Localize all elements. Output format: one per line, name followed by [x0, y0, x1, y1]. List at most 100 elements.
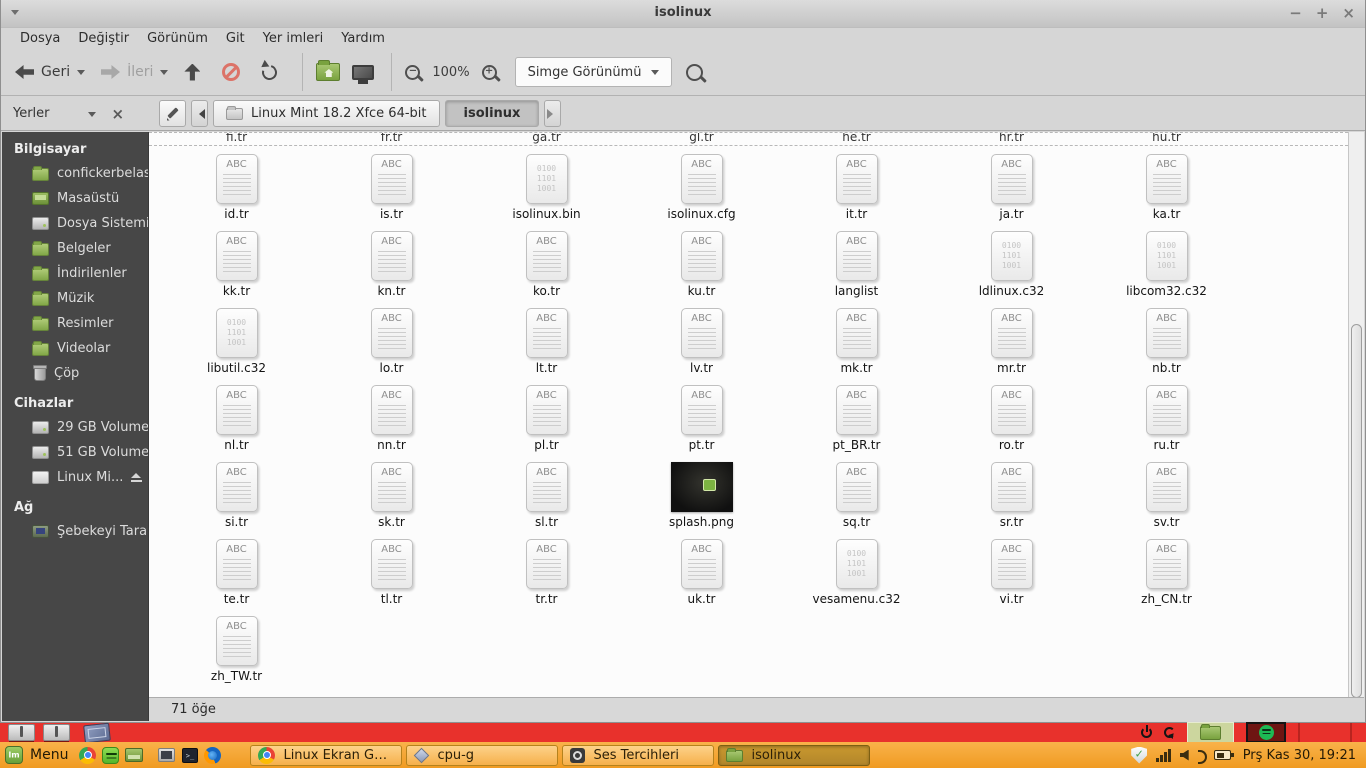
- file-item[interactable]: ABC pt.tr: [624, 385, 779, 462]
- sidebar-item[interactable]: Resimler: [2, 311, 148, 336]
- stop-button[interactable]: [222, 63, 241, 81]
- open-location-button[interactable]: [159, 100, 186, 127]
- sidebar-item[interactable]: Videolar: [2, 336, 148, 361]
- file-label-partial[interactable]: fi.tr: [159, 133, 314, 144]
- menubar-item-5[interactable]: Yardım: [332, 31, 394, 46]
- file-item[interactable]: ABC kn.tr: [314, 231, 469, 308]
- file-item[interactable]: ABC nl.tr: [159, 385, 314, 462]
- close-button[interactable]: ×: [1342, 3, 1355, 23]
- file-item[interactable]: ABC pt_BR.tr: [779, 385, 934, 462]
- file-item[interactable]: ABC sl.tr: [469, 462, 624, 539]
- sidebar-item[interactable]: confickerbelasi: [2, 161, 148, 186]
- launcher-chrome[interactable]: [78, 745, 98, 765]
- zoom-in-button[interactable]: +: [481, 64, 497, 80]
- minimize-button[interactable]: −: [1289, 3, 1302, 23]
- close-sidepane-button[interactable]: ×: [112, 105, 125, 123]
- file-item[interactable]: ABC te.tr: [159, 539, 314, 616]
- file-item[interactable]: ABC isolinux.cfg: [624, 154, 779, 231]
- sidebar-item[interactable]: Belgeler: [2, 236, 148, 261]
- file-item[interactable]: ABC nb.tr: [1089, 308, 1244, 385]
- places-dropdown-icon[interactable]: [87, 111, 96, 121]
- file-item[interactable]: ABC pl.tr: [469, 385, 624, 462]
- shield-check-icon[interactable]: [1131, 746, 1148, 764]
- file-label-partial[interactable]: hr.tr: [934, 133, 1089, 144]
- file-item[interactable]: ABC sk.tr: [314, 462, 469, 539]
- file-item[interactable]: ABC it.tr: [779, 154, 934, 231]
- file-item[interactable]: ABC vi.tr: [934, 539, 1089, 616]
- launcher-desktop-green[interactable]: [124, 745, 144, 765]
- clock[interactable]: Prş Kas 30, 19:21: [1243, 748, 1356, 763]
- file-label-partial[interactable]: gl.tr: [624, 133, 779, 144]
- restart-icon[interactable]: [1164, 727, 1175, 738]
- file-item[interactable]: ABC si.tr: [159, 462, 314, 539]
- file-item[interactable]: ABC sv.tr: [1089, 462, 1244, 539]
- sidebar-item[interactable]: Linux Mi...: [2, 465, 148, 490]
- file-label-partial[interactable]: fr.tr: [314, 133, 469, 144]
- file-item[interactable]: 0100 1101 1001 isolinux.bin: [469, 154, 624, 231]
- view-mode-select[interactable]: Simge Görünümü: [514, 57, 673, 87]
- sidebar-item[interactable]: Şebekeyi Tara: [2, 519, 148, 544]
- file-item[interactable]: ABC tr.tr: [469, 539, 624, 616]
- dock-window-button-spotify[interactable]: [1246, 722, 1286, 743]
- path-button[interactable]: Linux Mint 18.2 Xfce 64-bit: [213, 100, 440, 127]
- dock-window-button-file-manager[interactable]: [1187, 722, 1234, 743]
- sidebar-item[interactable]: 29 GB Volume: [2, 415, 148, 440]
- file-item[interactable]: ABC lt.tr: [469, 308, 624, 385]
- file-item[interactable]: ABC zh_TW.tr: [159, 616, 314, 693]
- file-label-partial[interactable]: ga.tr: [469, 133, 624, 144]
- usb-desktop-icon[interactable]: [43, 724, 70, 741]
- taskbar-button-isolinux[interactable]: isolinux: [718, 744, 871, 766]
- sidebar-item[interactable]: Dosya Sistemi: [2, 211, 148, 236]
- file-item[interactable]: ABC ka.tr: [1089, 154, 1244, 231]
- search-button[interactable]: [686, 63, 704, 81]
- sidebar-item[interactable]: İndirilenler: [2, 261, 148, 286]
- vertical-scrollbar[interactable]: [1348, 132, 1364, 698]
- file-item[interactable]: splash.png: [624, 462, 779, 539]
- file-label-partial[interactable]: he.tr: [779, 133, 934, 144]
- sidebar-item[interactable]: Müzik: [2, 286, 148, 311]
- path-scroll-left-button[interactable]: [191, 100, 208, 127]
- launcher-spotify[interactable]: [101, 745, 121, 765]
- launcher-firefox[interactable]: [203, 745, 223, 765]
- usb-desktop-icon[interactable]: [8, 724, 35, 741]
- home-button[interactable]: [316, 60, 341, 81]
- desktop-button[interactable]: [352, 64, 375, 84]
- file-item[interactable]: ABC lv.tr: [624, 308, 779, 385]
- file-label-partial[interactable]: hu.tr: [1089, 133, 1244, 144]
- path-scroll-right-button[interactable]: [544, 100, 562, 127]
- file-item[interactable]: 0100 1101 1001 ldlinux.c32: [934, 231, 1089, 308]
- sidebar-item[interactable]: 51 GB Volume: [2, 440, 148, 465]
- file-item[interactable]: ABC uk.tr: [624, 539, 779, 616]
- launcher-screen[interactable]: [157, 745, 177, 765]
- scrollbar-thumb[interactable]: [1351, 324, 1362, 698]
- network-signal-icon[interactable]: [1156, 748, 1171, 762]
- file-item[interactable]: ABC ru.tr: [1089, 385, 1244, 462]
- sidebar-item[interactable]: Çöp: [2, 361, 148, 386]
- file-item[interactable]: ABC id.tr: [159, 154, 314, 231]
- menubar-item-3[interactable]: Git: [217, 31, 254, 46]
- forward-button[interactable]: İleri: [101, 64, 169, 80]
- sidebar-item[interactable]: Masaüstü: [2, 186, 148, 211]
- file-item[interactable]: 0100 1101 1001 libutil.c32: [159, 308, 314, 385]
- file-item[interactable]: ABC sq.tr: [779, 462, 934, 539]
- file-item[interactable]: ABC mk.tr: [779, 308, 934, 385]
- back-button[interactable]: Geri: [15, 64, 86, 80]
- file-item[interactable]: ABC kk.tr: [159, 231, 314, 308]
- battery-icon[interactable]: [1213, 750, 1234, 760]
- eject-icon[interactable]: [131, 473, 142, 482]
- reload-button[interactable]: [259, 61, 281, 83]
- path-button[interactable]: isolinux: [444, 100, 540, 127]
- titlebar[interactable]: isolinux − + ×: [1, 0, 1365, 28]
- power-icon[interactable]: [1141, 727, 1152, 738]
- file-item[interactable]: ABC zh_CN.tr: [1089, 539, 1244, 616]
- menubar-item-0[interactable]: Dosya: [11, 31, 69, 46]
- taskbar-button-linux-ekran-g-r-nt-l-[interactable]: Linux Ekran Görüntül...: [250, 744, 403, 766]
- zoom-out-button[interactable]: −: [405, 64, 421, 80]
- up-button[interactable]: [184, 63, 201, 81]
- file-item[interactable]: 0100 1101 1001 vesamenu.c32: [779, 539, 934, 616]
- back-history-dropdown-icon[interactable]: [77, 70, 86, 79]
- forward-history-dropdown-icon[interactable]: [160, 70, 169, 79]
- taskbar-button-cpu-g[interactable]: cpu-g: [406, 744, 559, 766]
- file-item[interactable]: ABC nn.tr: [314, 385, 469, 462]
- file-item[interactable]: ABC ku.tr: [624, 231, 779, 308]
